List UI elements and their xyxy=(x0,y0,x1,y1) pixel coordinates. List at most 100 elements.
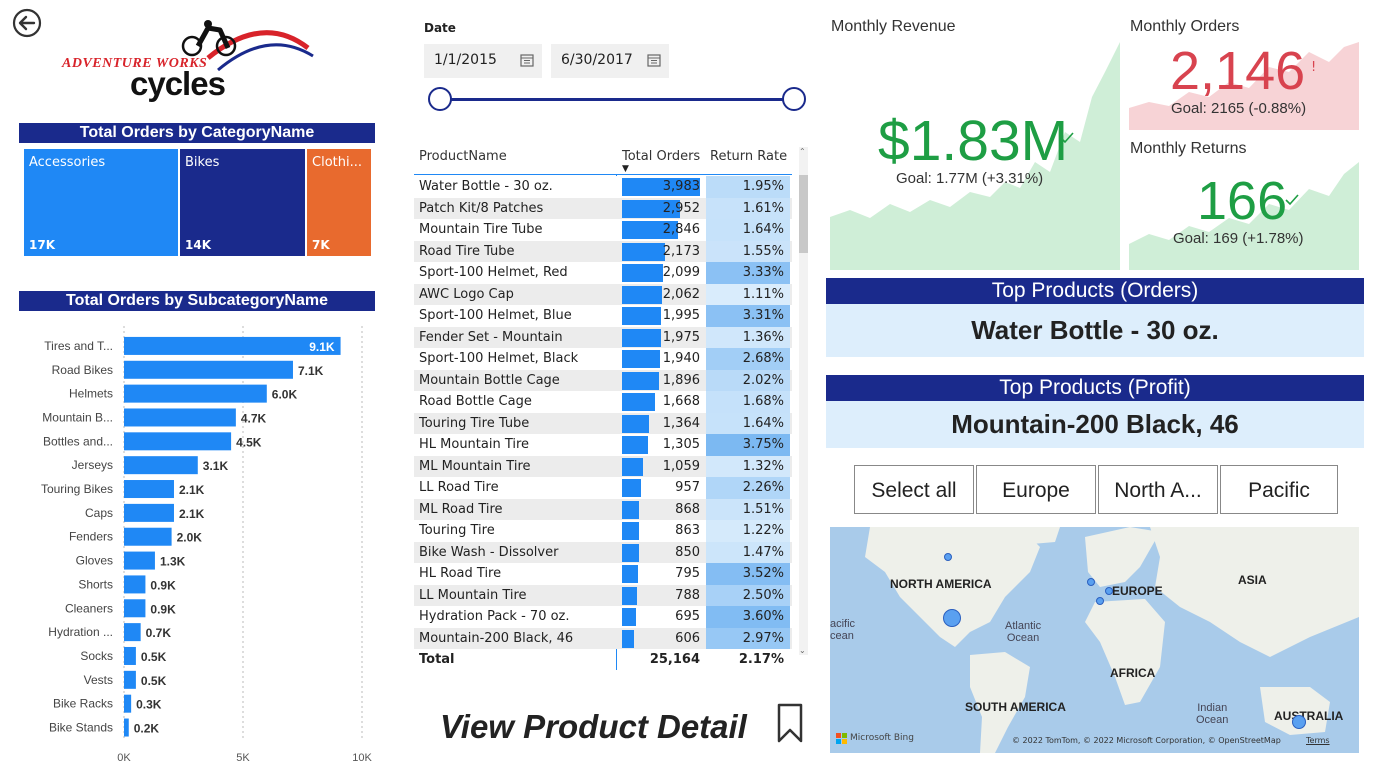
bar[interactable] xyxy=(124,718,129,737)
treemap-cell-accessories[interactable]: Accessories 17K xyxy=(24,149,178,256)
return-rate-cell: 1.32% xyxy=(706,455,790,477)
table-row[interactable]: HL Mountain Tire 1,305 3.75% xyxy=(414,434,792,456)
column-header-total-orders[interactable]: Total Orders xyxy=(622,149,700,164)
date-range-start-handle[interactable] xyxy=(428,87,452,111)
data-label: 0.5K xyxy=(141,650,167,664)
column-header-productname[interactable]: ProductName xyxy=(419,149,507,164)
table-row[interactable]: Touring Tire 863 1.22% xyxy=(414,520,792,542)
product-name-cell: LL Road Tire xyxy=(419,480,499,495)
return-rate-cell: 1.36% xyxy=(706,326,790,348)
scrollbar-thumb[interactable] xyxy=(799,175,808,253)
region-north-america[interactable]: North A... xyxy=(1098,465,1218,514)
treemap-title: Total Orders by CategoryName xyxy=(19,123,375,143)
date-range-end-handle[interactable] xyxy=(782,87,806,111)
map-bubble-canada[interactable] xyxy=(944,553,952,561)
data-label: 0.2K xyxy=(134,722,160,736)
map-bubble-france[interactable] xyxy=(1096,597,1104,605)
table-row[interactable]: Mountain-200 Black, 46 606 2.97% xyxy=(414,627,792,649)
bar[interactable] xyxy=(124,623,141,642)
bar[interactable] xyxy=(124,527,172,546)
data-label: 4.5K xyxy=(236,435,262,449)
orders-cell: 1,059 xyxy=(662,458,700,474)
map-terms-link[interactable]: Terms xyxy=(1306,736,1330,745)
scroll-down-icon[interactable]: ⌄ xyxy=(799,646,806,655)
treemap-cell-clothing[interactable]: Clothi... 7K xyxy=(307,149,371,256)
date-range-track[interactable] xyxy=(440,98,794,101)
sales-map[interactable]: NORTH AMERICA EUROPE ASIA AFRICA SOUTH A… xyxy=(830,527,1359,753)
product-name-cell: ML Mountain Tire xyxy=(419,458,531,474)
bar[interactable] xyxy=(124,694,132,713)
orders-cell: 795 xyxy=(675,566,700,581)
table-row[interactable]: ML Mountain Tire 1,059 1.32% xyxy=(414,455,792,477)
bookmark-icon[interactable] xyxy=(777,703,803,743)
table-row[interactable]: LL Mountain Tire 788 2.50% xyxy=(414,584,792,606)
back-arrow-icon[interactable] xyxy=(12,8,42,38)
bar[interactable] xyxy=(124,336,341,355)
table-row[interactable]: Water Bottle - 30 oz. 3,983 1.95% xyxy=(414,176,792,198)
start-date-value: 1/1/2015 xyxy=(434,52,497,68)
subcategory-chart-title: Total Orders by SubcategoryName xyxy=(19,291,375,311)
bar[interactable] xyxy=(124,503,174,522)
return-rate-cell: 1.22% xyxy=(706,520,790,542)
table-row[interactable]: LL Road Tire 957 2.26% xyxy=(414,477,792,499)
region-select-all[interactable]: Select all xyxy=(854,465,974,514)
table-row[interactable]: AWC Logo Cap 2,062 1.11% xyxy=(414,283,792,305)
table-row[interactable]: Road Tire Tube 2,173 1.55% xyxy=(414,240,792,262)
calendar-icon[interactable] xyxy=(520,53,534,67)
return-rate-value: 3.60% xyxy=(742,609,784,624)
region-pacific[interactable]: Pacific xyxy=(1220,465,1338,514)
bar[interactable] xyxy=(124,360,293,379)
bar[interactable] xyxy=(124,599,146,618)
bar[interactable] xyxy=(124,456,198,475)
region-europe[interactable]: Europe xyxy=(976,465,1096,514)
return-rate-cell: 2.68% xyxy=(706,348,790,370)
map-bubble-germany[interactable] xyxy=(1105,587,1113,595)
category-label: Road Bikes xyxy=(52,363,113,377)
table-row[interactable]: Touring Tire Tube 1,364 1.64% xyxy=(414,412,792,434)
map-label-africa: AFRICA xyxy=(1110,666,1156,680)
table-row[interactable]: Mountain Tire Tube 2,846 1.64% xyxy=(414,219,792,241)
check-icon xyxy=(1060,132,1074,144)
map-bubble-uk[interactable] xyxy=(1087,578,1095,586)
start-date-input[interactable]: 1/1/2015 xyxy=(424,44,542,78)
calendar-icon[interactable] xyxy=(647,53,661,67)
table-row[interactable]: Mountain Bottle Cage 1,896 2.02% xyxy=(414,369,792,391)
product-name-cell: Sport-100 Helmet, Black xyxy=(419,351,579,366)
map-brand: Microsoft Bing xyxy=(850,733,914,743)
bar[interactable] xyxy=(124,646,136,665)
category-label: Gloves xyxy=(76,554,113,568)
bar[interactable] xyxy=(124,384,267,403)
table-scrollbar[interactable]: ⌃ ⌄ xyxy=(799,147,808,655)
category-label: Helmets xyxy=(69,387,113,401)
table-row[interactable]: ML Road Tire 868 1.51% xyxy=(414,498,792,520)
table-row[interactable]: Fender Set - Mountain 1,975 1.36% xyxy=(414,326,792,348)
map-attribution[interactable]: © 2022 TomTom, © 2022 Microsoft Corporat… xyxy=(1012,736,1281,745)
total-label: Total xyxy=(419,652,455,667)
scroll-up-icon[interactable]: ⌃ xyxy=(799,147,806,156)
view-product-detail-button[interactable]: View Product Detail xyxy=(440,708,747,746)
subcategory-bar-chart: 0K 5K 10K Tires and T... 9.1K Road Bikes 7.1K H… xyxy=(41,326,372,764)
bar[interactable] xyxy=(124,575,146,594)
bar[interactable] xyxy=(124,551,155,570)
treemap-cell-bikes[interactable]: Bikes 14K xyxy=(180,149,305,256)
return-rate-cell: 3.31% xyxy=(706,305,790,327)
map-bubble-australia[interactable] xyxy=(1292,715,1306,729)
table-row[interactable]: Hydration Pack - 70 oz. 695 3.60% xyxy=(414,606,792,628)
bar[interactable] xyxy=(124,432,232,451)
table-row[interactable]: Sport-100 Helmet, Black 1,940 2.68% xyxy=(414,348,792,370)
bar[interactable] xyxy=(124,408,236,427)
table-row[interactable]: HL Road Tire 795 3.52% xyxy=(414,563,792,585)
end-date-input[interactable]: 6/30/2017 xyxy=(551,44,669,78)
return-rate-value: 1.32% xyxy=(742,458,784,474)
column-header-return-rate[interactable]: Return Rate xyxy=(710,149,787,164)
table-row[interactable]: Road Bottle Cage 1,668 1.68% xyxy=(414,391,792,413)
bar[interactable] xyxy=(124,480,174,499)
table-row[interactable]: Sport-100 Helmet, Red 2,099 3.33% xyxy=(414,262,792,284)
table-row[interactable]: Bike Wash - Dissolver 850 1.47% xyxy=(414,541,792,563)
map-bubble-north-america[interactable] xyxy=(943,609,961,627)
table-row[interactable]: Patch Kit/8 Patches 2,952 1.61% xyxy=(414,197,792,219)
table-row[interactable]: Sport-100 Helmet, Blue 1,995 3.31% xyxy=(414,305,792,327)
logo-line2: cycles xyxy=(130,65,226,102)
bar[interactable] xyxy=(124,670,136,689)
return-rate-value: 1.11% xyxy=(742,286,784,302)
